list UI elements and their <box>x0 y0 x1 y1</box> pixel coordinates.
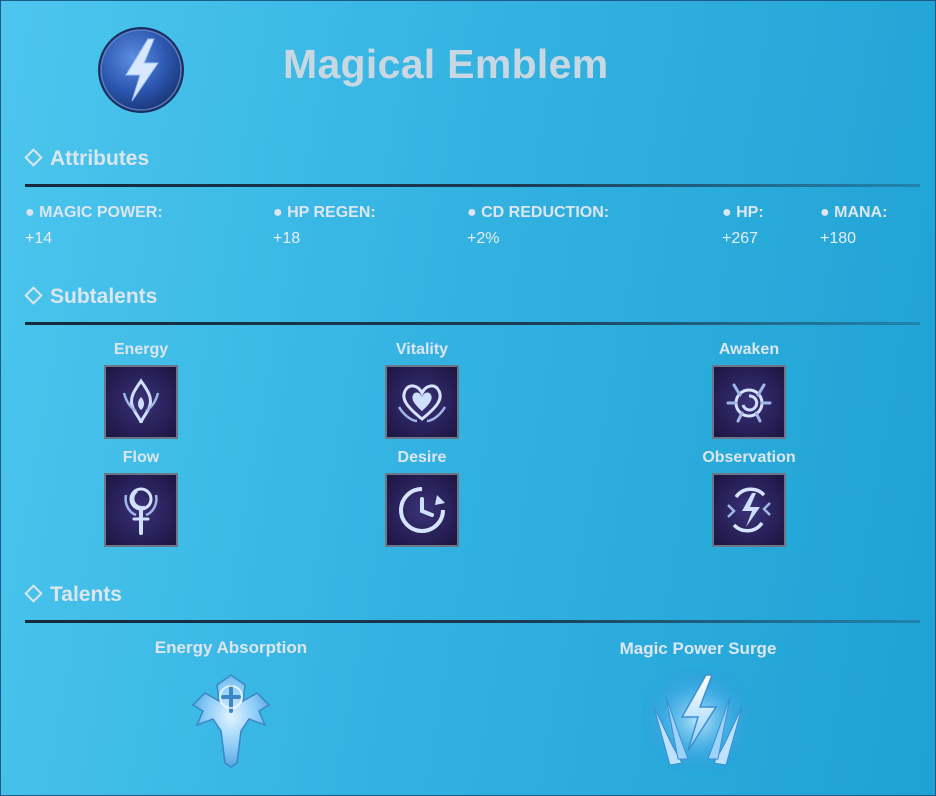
attr-magic-power-label: ● MAGIC POWER: <box>25 204 163 221</box>
subtalent-desire-label: Desire <box>397 449 447 466</box>
attr-mana-value: +180 <box>820 230 857 247</box>
diamond-icon <box>24 286 43 306</box>
talent-magic-power-surge-label: Magic Power Surge <box>619 639 777 658</box>
observation-icon[interactable] <box>712 473 786 547</box>
magic-power-surge-icon[interactable] <box>642 667 754 773</box>
attr-hp-label: ● HP: <box>722 204 764 221</box>
energy-absorption-icon[interactable] <box>187 667 275 771</box>
attributes-heading: Attributes <box>24 147 150 171</box>
awaken-icon[interactable] <box>712 365 786 439</box>
attr-hp-regen-value: +18 <box>273 230 301 247</box>
attr-mana-label: ● MANA: <box>820 204 888 221</box>
attr-magic-power-value: +14 <box>25 230 53 247</box>
attr-cd-reduction-value: +2% <box>467 230 500 247</box>
talents-heading-text: Talents <box>50 583 122 606</box>
diamond-icon <box>24 584 43 604</box>
subtalent-observation-label: Observation <box>702 449 796 466</box>
subtalents-divider <box>25 322 920 325</box>
emblem-page: Magical Emblem Attributes ● MAGIC POWER:… <box>0 0 936 796</box>
talents-heading: Talents <box>24 583 122 607</box>
talents-divider <box>25 620 920 623</box>
subtalent-awaken-label: Awaken <box>718 341 780 358</box>
subtalent-energy-label: Energy <box>113 341 169 358</box>
subtalent-vitality-label: Vitality <box>395 341 449 358</box>
subtalents-heading-text: Subtalents <box>50 285 158 308</box>
talent-energy-absorption-label: Energy Absorption <box>154 638 308 657</box>
attr-cd-reduction-label: ● CD REDUCTION: <box>467 204 610 221</box>
subtalent-flow-label: Flow <box>122 449 160 466</box>
energy-icon[interactable] <box>104 365 178 439</box>
attr-hp-regen-label: ● HP REGEN: <box>273 204 376 221</box>
attributes-divider <box>25 184 920 187</box>
attributes-heading-text: Attributes <box>50 147 150 170</box>
vitality-icon[interactable] <box>385 365 459 439</box>
lightning-emblem-icon <box>96 25 186 115</box>
diamond-icon <box>24 148 43 168</box>
subtalents-heading: Subtalents <box>24 285 158 309</box>
page-title: Magical Emblem <box>283 41 609 87</box>
flow-icon[interactable] <box>104 473 178 547</box>
attr-hp-value: +267 <box>722 230 759 247</box>
desire-icon[interactable] <box>385 473 459 547</box>
